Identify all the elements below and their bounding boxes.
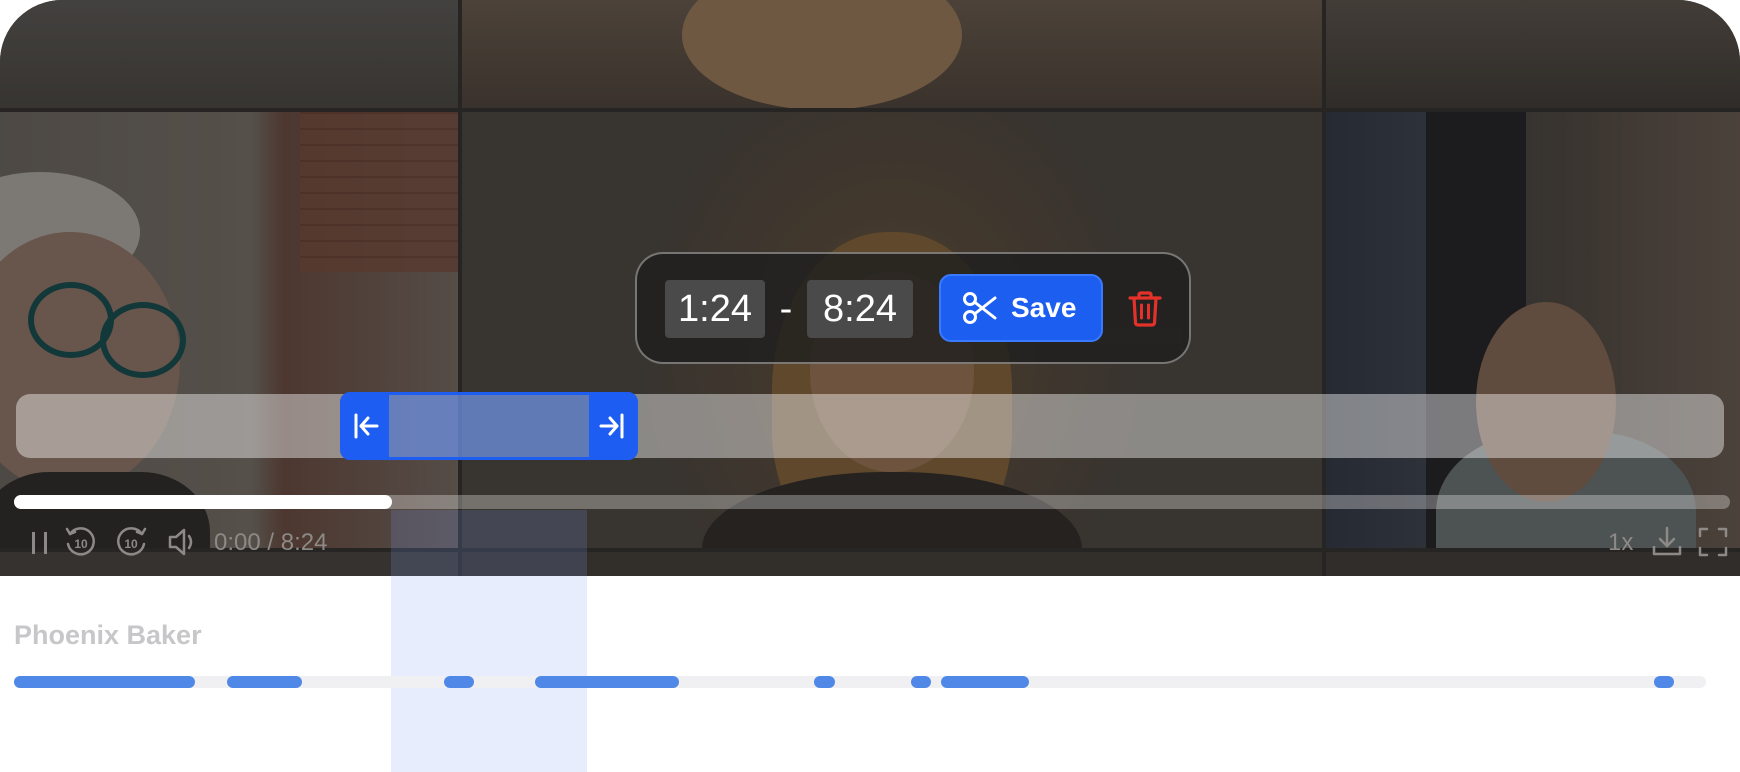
fullscreen-icon	[1698, 527, 1728, 557]
video-player[interactable]: 1:24 - 8:24 Save 10 10 0:00 / 8:24 1x	[0, 0, 1740, 576]
time-readout: 0:00 / 8:24	[214, 529, 328, 556]
download-button[interactable]	[1650, 522, 1684, 562]
speech-segment[interactable]	[443, 676, 475, 688]
forward-10-button[interactable]: 10	[114, 522, 148, 562]
volume-button[interactable]	[166, 522, 198, 562]
speech-segment[interactable]	[814, 676, 835, 688]
pause-button[interactable]	[30, 522, 52, 562]
save-label: Save	[1011, 292, 1077, 323]
speech-segment[interactable]	[535, 676, 679, 688]
forward-10-icon: 10	[117, 527, 147, 556]
trash-icon[interactable]	[1127, 290, 1163, 328]
speaker-name: Phoenix Baker	[14, 620, 202, 650]
rewind-10-icon: 10	[65, 527, 95, 556]
rewind-10-button[interactable]: 10	[64, 522, 98, 562]
fullscreen-button[interactable]	[1696, 522, 1730, 562]
speaker-timeline[interactable]	[14, 676, 1706, 688]
arrow-to-left-bar-icon	[354, 413, 379, 439]
player-controls: 10 10 0:00 / 8:24 1x	[0, 522, 1740, 562]
pause-icon	[32, 532, 47, 554]
volume-icon	[168, 528, 193, 556]
trim-end-handle[interactable]	[589, 395, 635, 457]
scissors-icon	[963, 292, 997, 324]
playback-speed-button[interactable]: 1x	[1608, 522, 1633, 564]
trim-end-time[interactable]: 8:24	[807, 280, 913, 338]
trim-range-track[interactable]	[16, 394, 1724, 458]
rewind-label: 10	[74, 537, 88, 551]
speech-segment[interactable]	[910, 676, 932, 688]
forward-label: 10	[124, 537, 138, 551]
arrow-to-right-bar-icon	[599, 413, 624, 439]
playback-progress-fill	[14, 495, 392, 509]
selection-highlight-column	[391, 576, 587, 772]
speech-segment[interactable]	[227, 676, 302, 688]
save-button[interactable]: Save	[939, 274, 1103, 342]
trim-popover: 1:24 - 8:24 Save	[635, 252, 1191, 364]
download-icon	[1652, 526, 1682, 556]
trim-start-handle[interactable]	[343, 395, 389, 457]
trim-start-time[interactable]: 1:24	[665, 280, 765, 338]
time-separator: -	[779, 288, 793, 330]
speech-segment[interactable]	[941, 676, 1030, 688]
playback-progress-bar[interactable]	[14, 495, 1730, 509]
speech-segment[interactable]	[1653, 676, 1674, 688]
speech-segment[interactable]	[14, 676, 196, 688]
trim-selection[interactable]	[340, 392, 638, 460]
